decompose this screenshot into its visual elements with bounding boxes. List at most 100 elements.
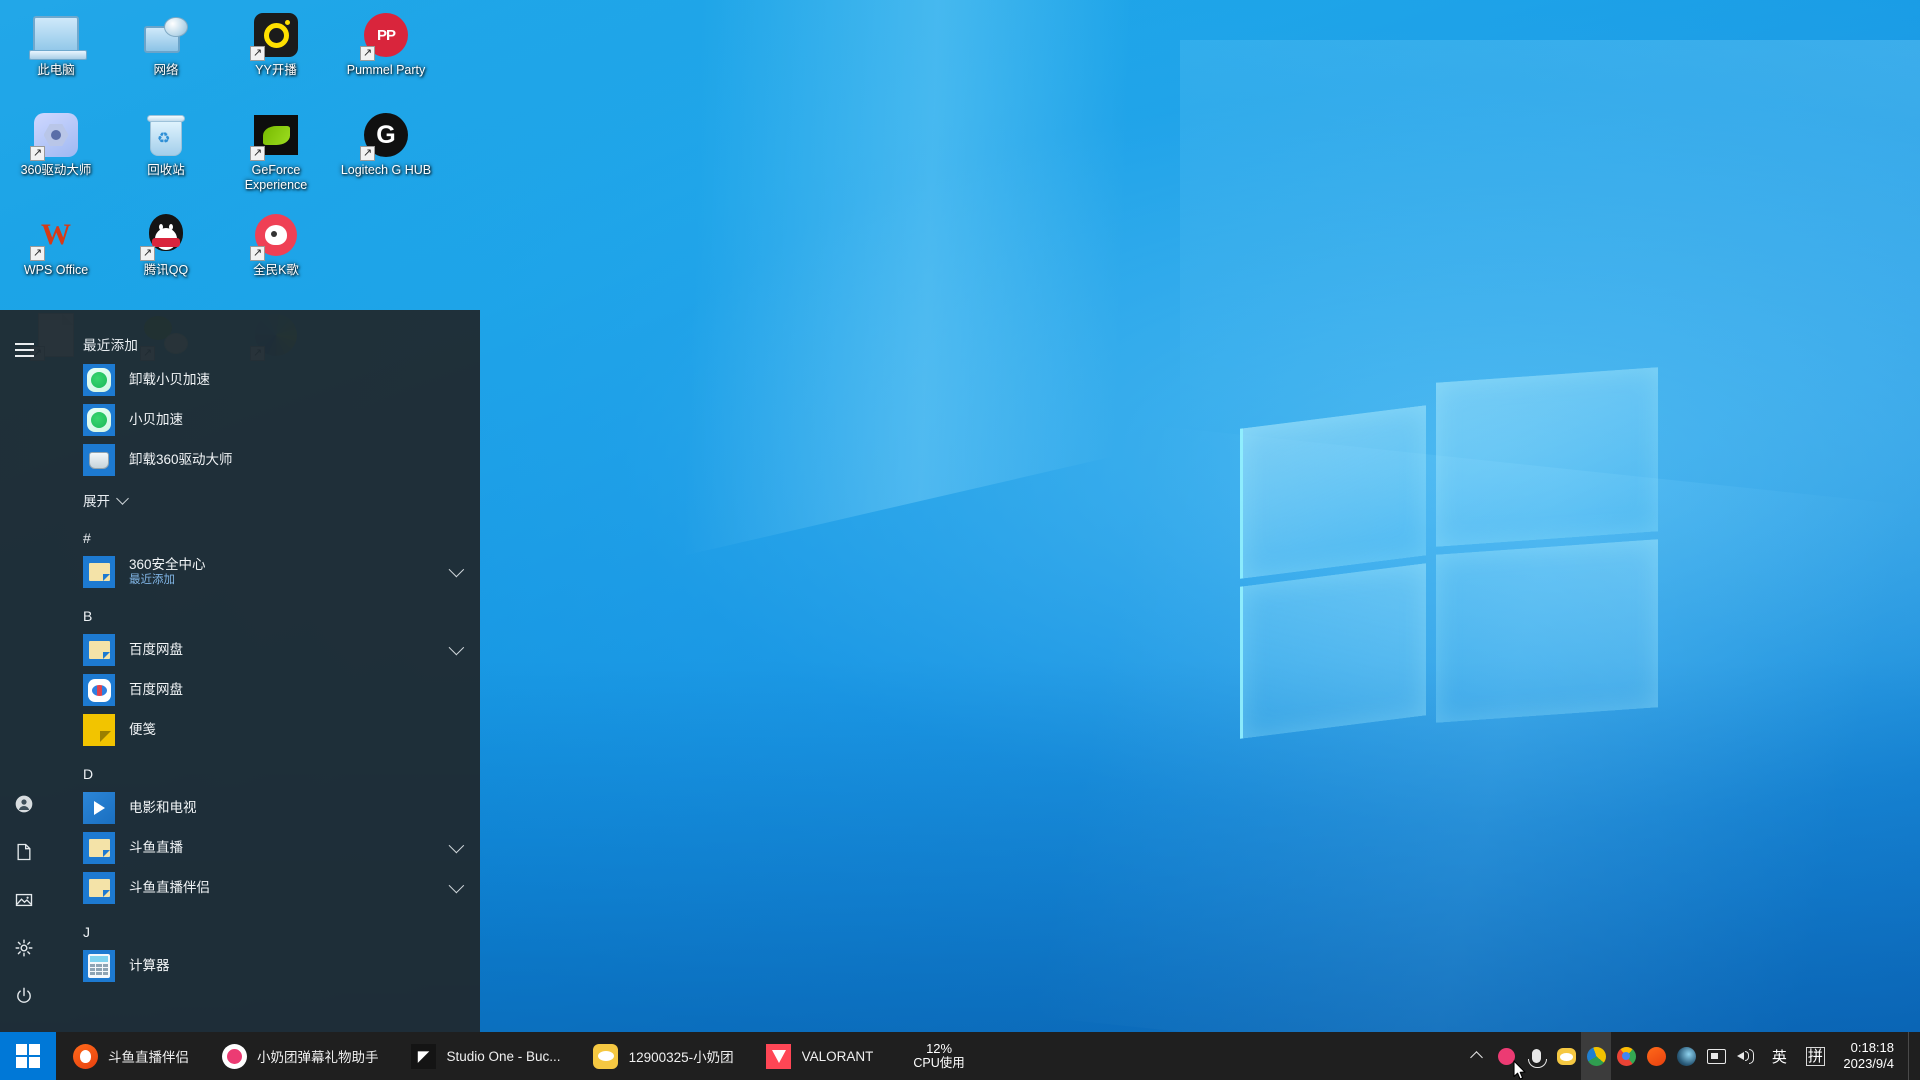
app-label: 百度网盘: [129, 682, 183, 697]
app-row-baidu-pan[interactable]: 百度网盘: [48, 670, 480, 710]
hamburger-menu-icon[interactable]: [0, 326, 48, 374]
recent-app-uninstall-360-driver[interactable]: 卸载360驱动大师: [48, 440, 480, 480]
cpu-usage-percent: 12%: [926, 1041, 953, 1056]
app-row-douyu-live[interactable]: 斗鱼直播: [48, 828, 480, 868]
ime-language-indicator[interactable]: 英: [1761, 1032, 1797, 1080]
desktop-icon-label: 全民K歌: [253, 263, 299, 277]
geforce-experience-icon: ↗: [250, 110, 301, 161]
taskbar-item-studio-one[interactable]: ◤ Studio One - Buc...: [395, 1032, 577, 1080]
start-menu[interactable]: 最近添加 卸载小贝加速 小贝加速 卸载360驱动大师 展开 # 360安全中心 …: [0, 310, 480, 1032]
chevron-down-icon[interactable]: [448, 837, 465, 854]
tencent-qq-icon: ↗: [140, 210, 191, 261]
taskbar-item-cat-stream[interactable]: 12900325-小奶团: [577, 1032, 750, 1080]
desktop-icon-label: 此电脑: [37, 63, 75, 77]
taskbar-item-label: Studio One - Buc...: [446, 1048, 561, 1064]
app-row-baidu-pan-folder[interactable]: 百度网盘: [48, 630, 480, 670]
app-label: 卸载360驱动大师: [129, 452, 233, 467]
shortcut-arrow-icon: ↗: [360, 46, 375, 61]
danmaku-gift-assistant-icon: [221, 1043, 247, 1069]
power-icon[interactable]: [0, 972, 48, 1020]
clock[interactable]: 0:18:18 2023/9/4: [1833, 1040, 1908, 1072]
app-row-sticky-notes[interactable]: 便笺: [48, 710, 480, 750]
desktop-icon-label: Pummel Party: [346, 63, 426, 77]
chrome-tray-icon[interactable]: [1611, 1032, 1641, 1080]
taskbar[interactable]: 斗鱼直播伴侣 小奶团弹幕礼物助手 ◤ Studio One - Buc... 1…: [0, 1032, 1920, 1080]
desktop-icon-pummel-party[interactable]: PP ↗ Pummel Party: [336, 6, 436, 98]
taskbar-item-danmaku-gift-assistant[interactable]: 小奶团弹幕礼物助手: [205, 1032, 395, 1080]
user-account-icon[interactable]: [0, 780, 48, 828]
expand-label: 展开: [83, 494, 110, 509]
desktop-icon-recycle-bin[interactable]: ♻ 回收站: [116, 106, 216, 198]
settings-gear-icon[interactable]: [0, 924, 48, 972]
desktop[interactable]: 此电脑 网络 ↗ YY开播 PP ↗ Pummel Party ↗ 360驱动大…: [0, 0, 1920, 1080]
beta-accelerator-tile: [83, 404, 115, 436]
desktop-icon-yy-broadcast[interactable]: ↗ YY开播: [226, 6, 326, 98]
documents-icon[interactable]: [0, 828, 48, 876]
taskbar-item-label: 12900325-小奶团: [628, 1050, 734, 1065]
desktop-icon-360-driver-master[interactable]: ↗ 360驱动大师: [6, 106, 106, 198]
pictures-icon[interactable]: [0, 876, 48, 924]
chevron-up-icon[interactable]: [1461, 1032, 1491, 1080]
app-sublabel: 最近添加: [129, 574, 175, 586]
douyu-tray-icon[interactable]: [1641, 1032, 1671, 1080]
shortcut-arrow-icon: ↗: [30, 146, 45, 161]
app-row-360-security-center[interactable]: 360安全中心 最近添加: [48, 552, 480, 592]
chevron-down-icon[interactable]: [448, 561, 465, 578]
cpu-usage-meter[interactable]: 12% CPU使用: [899, 1041, 978, 1071]
letter-header-b[interactable]: B: [48, 592, 480, 630]
desktop-icon-geforce-experience[interactable]: ↗ GeForce Experience: [226, 106, 326, 198]
desktop-icon-wps-office[interactable]: W ↗ WPS Office: [6, 206, 106, 298]
shortcut-arrow-icon: ↗: [360, 146, 375, 161]
wallpaper-windows-logo: [1240, 367, 1660, 739]
douyu-companion-icon: [72, 1043, 98, 1069]
start-menu-left-rail: [0, 310, 48, 1032]
folder-tile: [83, 556, 115, 588]
taskbar-item-valorant[interactable]: VALORANT: [750, 1032, 890, 1080]
taskbar-item-label: VALORANT: [801, 1048, 874, 1064]
desktop-icon-label: YY开播: [255, 63, 297, 77]
system-tray: 英 拼 0:18:18 2023/9/4: [1461, 1032, 1920, 1080]
desktop-icon-network[interactable]: 网络: [116, 6, 216, 98]
chevron-down-icon[interactable]: [448, 639, 465, 656]
recycle-bin-icon: ♻: [141, 110, 191, 160]
desktop-icon-this-pc[interactable]: 此电脑: [6, 6, 106, 98]
shortcut-arrow-icon: ↗: [140, 246, 155, 261]
app-row-douyu-companion[interactable]: 斗鱼直播伴侣: [48, 868, 480, 908]
expand-recently-added-button[interactable]: 展开: [48, 480, 480, 514]
volume-tray-icon[interactable]: [1731, 1032, 1761, 1080]
taskbar-item-label: 小奶团弹幕礼物助手: [257, 1050, 379, 1065]
app-label: 计算器: [129, 958, 170, 973]
gift-assistant-tray-icon[interactable]: [1491, 1032, 1521, 1080]
recent-app-uninstall-beta-accel[interactable]: 卸载小贝加速: [48, 360, 480, 400]
steam-tray-icon[interactable]: [1671, 1032, 1701, 1080]
start-button[interactable]: [0, 1032, 56, 1080]
desktop-icon-logitech-ghub[interactable]: G ↗ Logitech G HUB: [336, 106, 436, 198]
taskbar-item-douyu-companion[interactable]: 斗鱼直播伴侣: [56, 1032, 205, 1080]
ime-mode-indicator[interactable]: 拼: [1797, 1032, 1833, 1080]
recent-app-beta-accel[interactable]: 小贝加速: [48, 400, 480, 440]
chevron-down-icon[interactable]: [448, 877, 465, 894]
globe-browser-tray-icon[interactable]: [1581, 1032, 1612, 1080]
shortcut-arrow-icon: ↗: [250, 46, 265, 61]
taskbar-item-label: 斗鱼直播伴侣: [108, 1050, 189, 1065]
microphone-tray-icon[interactable]: [1521, 1032, 1551, 1080]
baidu-pan-tile: [83, 674, 115, 706]
show-desktop-button[interactable]: [1908, 1032, 1916, 1080]
app-row-movies-tv[interactable]: 电影和电视: [48, 788, 480, 828]
folder-tile: [83, 872, 115, 904]
sticky-notes-tile: [83, 714, 115, 746]
shortcut-arrow-icon: ↗: [250, 246, 265, 261]
app-label: 斗鱼直播伴侣: [129, 880, 210, 895]
letter-header-hash[interactable]: #: [48, 514, 480, 552]
desktop-icon-tencent-qq[interactable]: ↗ 腾讯QQ: [116, 206, 216, 298]
start-menu-app-list[interactable]: 最近添加 卸载小贝加速 小贝加速 卸载360驱动大师 展开 # 360安全中心 …: [48, 310, 480, 1032]
letter-header-d[interactable]: D: [48, 750, 480, 788]
network-tray-icon[interactable]: [1701, 1032, 1731, 1080]
desktop-icon-quanmin-ktv[interactable]: ↗ 全民K歌: [226, 206, 326, 298]
app-label: 便笺: [129, 722, 156, 737]
logitech-ghub-icon: G ↗: [360, 110, 411, 161]
360-driver-uninstall-tile: [83, 444, 115, 476]
cat-tray-icon[interactable]: [1551, 1032, 1581, 1080]
letter-header-j[interactable]: J: [48, 908, 480, 946]
app-row-calculator[interactable]: 计算器: [48, 946, 480, 986]
